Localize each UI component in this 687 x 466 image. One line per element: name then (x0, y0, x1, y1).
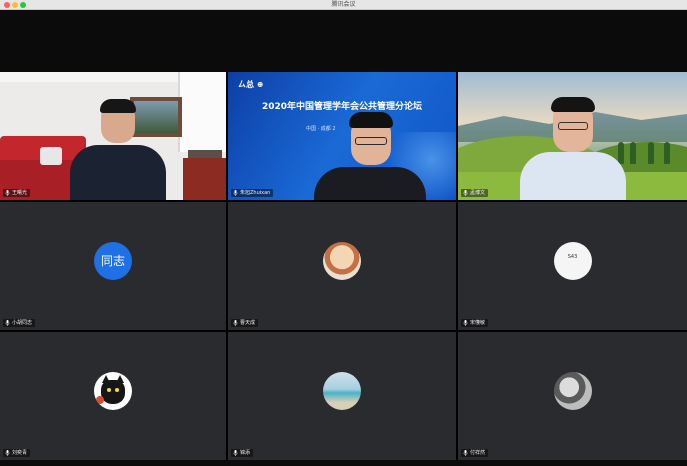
participant-tile-2[interactable]: ㄙ总 ⊕ 2020年中国管理学年会公共管理分论坛 中国 · 成都 2 朱旭Zhu… (228, 72, 456, 200)
participant-name-tag: 王曙光 (3, 189, 31, 197)
participant-tile-9[interactable]: 付祥然 (458, 332, 687, 460)
text-avatar: 同志 (94, 241, 132, 280)
participant-tile-5[interactable]: 曹天成 (228, 202, 456, 330)
participant-name-tag: 宋懂敏 (461, 319, 489, 327)
black-cat-avatar-icon (94, 371, 132, 410)
microphone-icon (233, 190, 238, 196)
participant-video-person (70, 145, 166, 200)
participant-tile-6[interactable]: S43 宋懂敏 (458, 202, 687, 330)
conference-banner-subtitle: 中国 · 成都 2 (306, 126, 336, 132)
participant-tile-3[interactable]: 孟博文 (458, 72, 687, 200)
participant-tile-8[interactable]: 锦添 (228, 332, 456, 460)
microphone-icon (5, 320, 10, 326)
participant-name-tag: 小胡同志 (3, 319, 36, 327)
microphone-icon (5, 190, 10, 196)
glasses (355, 137, 387, 145)
sketch-avatar-icon: S43 (553, 241, 592, 280)
title-bar: 腾讯会议 (0, 0, 687, 10)
participant-name-tag: 孟博文 (461, 189, 489, 197)
participant-name-tag: 刘奕青 (3, 449, 31, 457)
seascape-avatar-icon (323, 371, 361, 410)
microphone-icon (463, 450, 468, 456)
microphone-icon (463, 320, 468, 326)
participant-video-person (314, 167, 426, 200)
participant-name-tag: 付祥然 (461, 449, 489, 457)
microphone-icon (5, 450, 10, 456)
participant-grid: 王曙光 ㄙ总 ⊕ 2020年中国管理学年会公共管理分论坛 中国 · 成都 2 朱… (0, 72, 687, 460)
participant-video-person (520, 152, 626, 200)
participant-tile-7[interactable]: 刘奕青 (0, 332, 226, 460)
window-title: 腾讯会议 (331, 1, 356, 8)
cartoon-avatar-icon (323, 241, 361, 280)
microphone-icon (233, 450, 238, 456)
bw-photo-avatar-icon (553, 371, 592, 410)
glasses (558, 122, 588, 130)
microphone-icon (233, 320, 238, 326)
conference-logo: ㄙ总 ⊕ (238, 79, 264, 89)
conference-banner-title: 2020年中国管理学年会公共管理分论坛 (261, 102, 423, 112)
participant-name-tag: 曹天成 (231, 319, 259, 327)
participant-name-tag: 锦添 (231, 449, 254, 457)
microphone-icon (463, 190, 468, 196)
meeting-window: 腾讯会议 王曙光 ㄙ总 ⊕ 2020年中国管理学年会公共管理分论坛 中国 · 成… (0, 0, 687, 466)
participant-name-tag: 朱旭Zhuixan (231, 189, 274, 197)
participant-tile-1[interactable]: 王曙光 (0, 72, 226, 200)
participant-tile-4[interactable]: 同志 小胡同志 (0, 202, 226, 330)
